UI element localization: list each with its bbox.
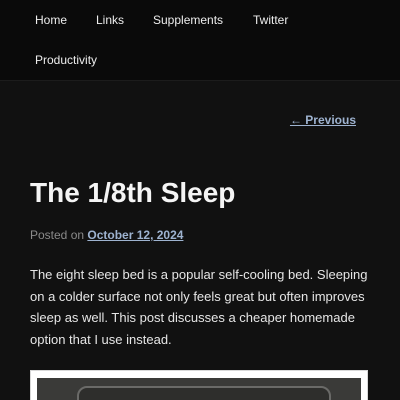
- post-title[interactable]: The 1/8th Sleep: [30, 176, 235, 210]
- post-date-link[interactable]: October 12, 2024: [87, 228, 183, 242]
- nav-item-links[interactable]: Links: [96, 13, 124, 27]
- main-navigation: Home Links Supplements Twitter Productiv…: [0, 0, 400, 81]
- nav-item-twitter[interactable]: Twitter: [253, 13, 288, 27]
- bed-photo: [37, 378, 361, 400]
- previous-post-link[interactable]: ← Previous: [290, 113, 356, 127]
- nav-item-home[interactable]: Home: [35, 13, 67, 27]
- post-image-frame: [30, 370, 368, 400]
- posted-on-label: Posted on: [30, 228, 88, 242]
- nav-item-supplements[interactable]: Supplements: [153, 13, 223, 27]
- post-meta: Posted on October 12, 2024: [30, 228, 183, 242]
- page: Home Links Supplements Twitter Productiv…: [0, 0, 400, 400]
- cooling-pad-shape: [77, 386, 331, 400]
- post-intro-paragraph: The eight sleep bed is a popular self-co…: [30, 267, 368, 347]
- nav-item-productivity[interactable]: Productivity: [35, 53, 97, 67]
